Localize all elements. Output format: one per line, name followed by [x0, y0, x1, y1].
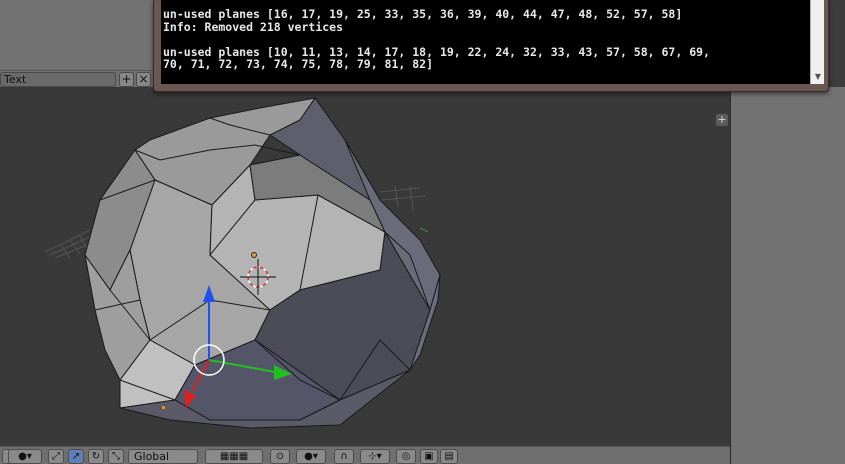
layer-buttons[interactable]: ▦▦▦	[205, 449, 263, 464]
proportional-edit-button[interactable]: ◎	[396, 449, 416, 464]
right-region	[730, 87, 845, 464]
console-line: ​	[163, 33, 806, 46]
camera-icon: ▤	[444, 451, 454, 462]
pivot-icon: ⊙	[275, 451, 285, 462]
selected-vertex	[162, 406, 165, 409]
console-window[interactable]: un-used planes [16, 17, 19, 25, 33, 35, …	[153, 0, 829, 92]
console-line: Info: Removed 218 vertices	[163, 19, 344, 34]
orientation-label: Global	[134, 450, 170, 463]
manipulator-toggle[interactable]: ⤢	[48, 449, 64, 464]
snap-toggle[interactable]: ∩	[334, 449, 354, 464]
camera-button[interactable]: ▤	[440, 449, 458, 464]
3d-view-header: ▫ ●▾ ⤢ ↗ ↻ ⤡ Global ▦▦▦ ⊙ ●▾ ∩ ⊹▾ ◎ ▣ ▤	[0, 446, 730, 464]
plus-icon: +	[121, 72, 132, 86]
3d-viewport[interactable]	[0, 87, 730, 446]
manipulator-icon: ⤢	[52, 451, 60, 462]
object-origin-dot	[251, 252, 257, 258]
transform-orientation-select[interactable]: Global	[128, 449, 198, 464]
console-line: un-used planes [16, 17, 19, 25, 33, 35, …	[163, 7, 683, 21]
pivot-point-button[interactable]: ⊙	[270, 449, 290, 464]
shading-sphere-icon: ●▾	[304, 451, 318, 462]
rotate-icon: ↻	[91, 451, 101, 462]
console-output[interactable]: un-used planes [16, 17, 19, 25, 33, 35, …	[161, 0, 810, 84]
render-icon: ▣	[424, 451, 434, 462]
mesh-object[interactable]	[84, 97, 441, 429]
console-line: 70, 71, 72, 73, 74, 75, 78, 79, 81, 82]	[163, 57, 434, 71]
viewport-shading-button[interactable]: ●▾	[296, 449, 326, 464]
arrow-icon: ↗	[71, 451, 81, 462]
unlink-text-button[interactable]: ×	[136, 72, 151, 87]
magnet-icon: ∩	[340, 451, 348, 462]
proportional-icon: ◎	[401, 451, 411, 462]
scale-icon: ⤡	[112, 451, 120, 462]
add-text-button[interactable]: +	[119, 72, 134, 87]
console-scrollbar[interactable]: ▼	[810, 0, 824, 84]
properties-region	[0, 0, 155, 70]
viewport-shading-dropdown[interactable]: ●▾	[8, 449, 42, 464]
layers-icon: ▦▦▦	[219, 451, 249, 462]
text-datablock-field[interactable]: Text	[0, 72, 116, 87]
plus-icon: +	[717, 113, 727, 126]
sphere-icon: ●▾	[18, 451, 32, 462]
render-button[interactable]: ▣	[420, 449, 438, 464]
close-icon: ×	[138, 72, 149, 86]
viewport-add-region-button[interactable]: +	[716, 114, 728, 126]
text-editor-header: Text + ×	[0, 70, 155, 87]
rotate-manipulator-button[interactable]: ↻	[88, 449, 104, 464]
translate-manipulator-button[interactable]: ↗	[68, 449, 84, 464]
viewport-scene	[44, 97, 441, 429]
scale-manipulator-button[interactable]: ⤡	[108, 449, 124, 464]
snap-icon: ⊹▾	[368, 451, 382, 462]
snap-element-button[interactable]: ⊹▾	[360, 449, 390, 464]
scroll-down-icon[interactable]: ▼	[813, 72, 823, 82]
